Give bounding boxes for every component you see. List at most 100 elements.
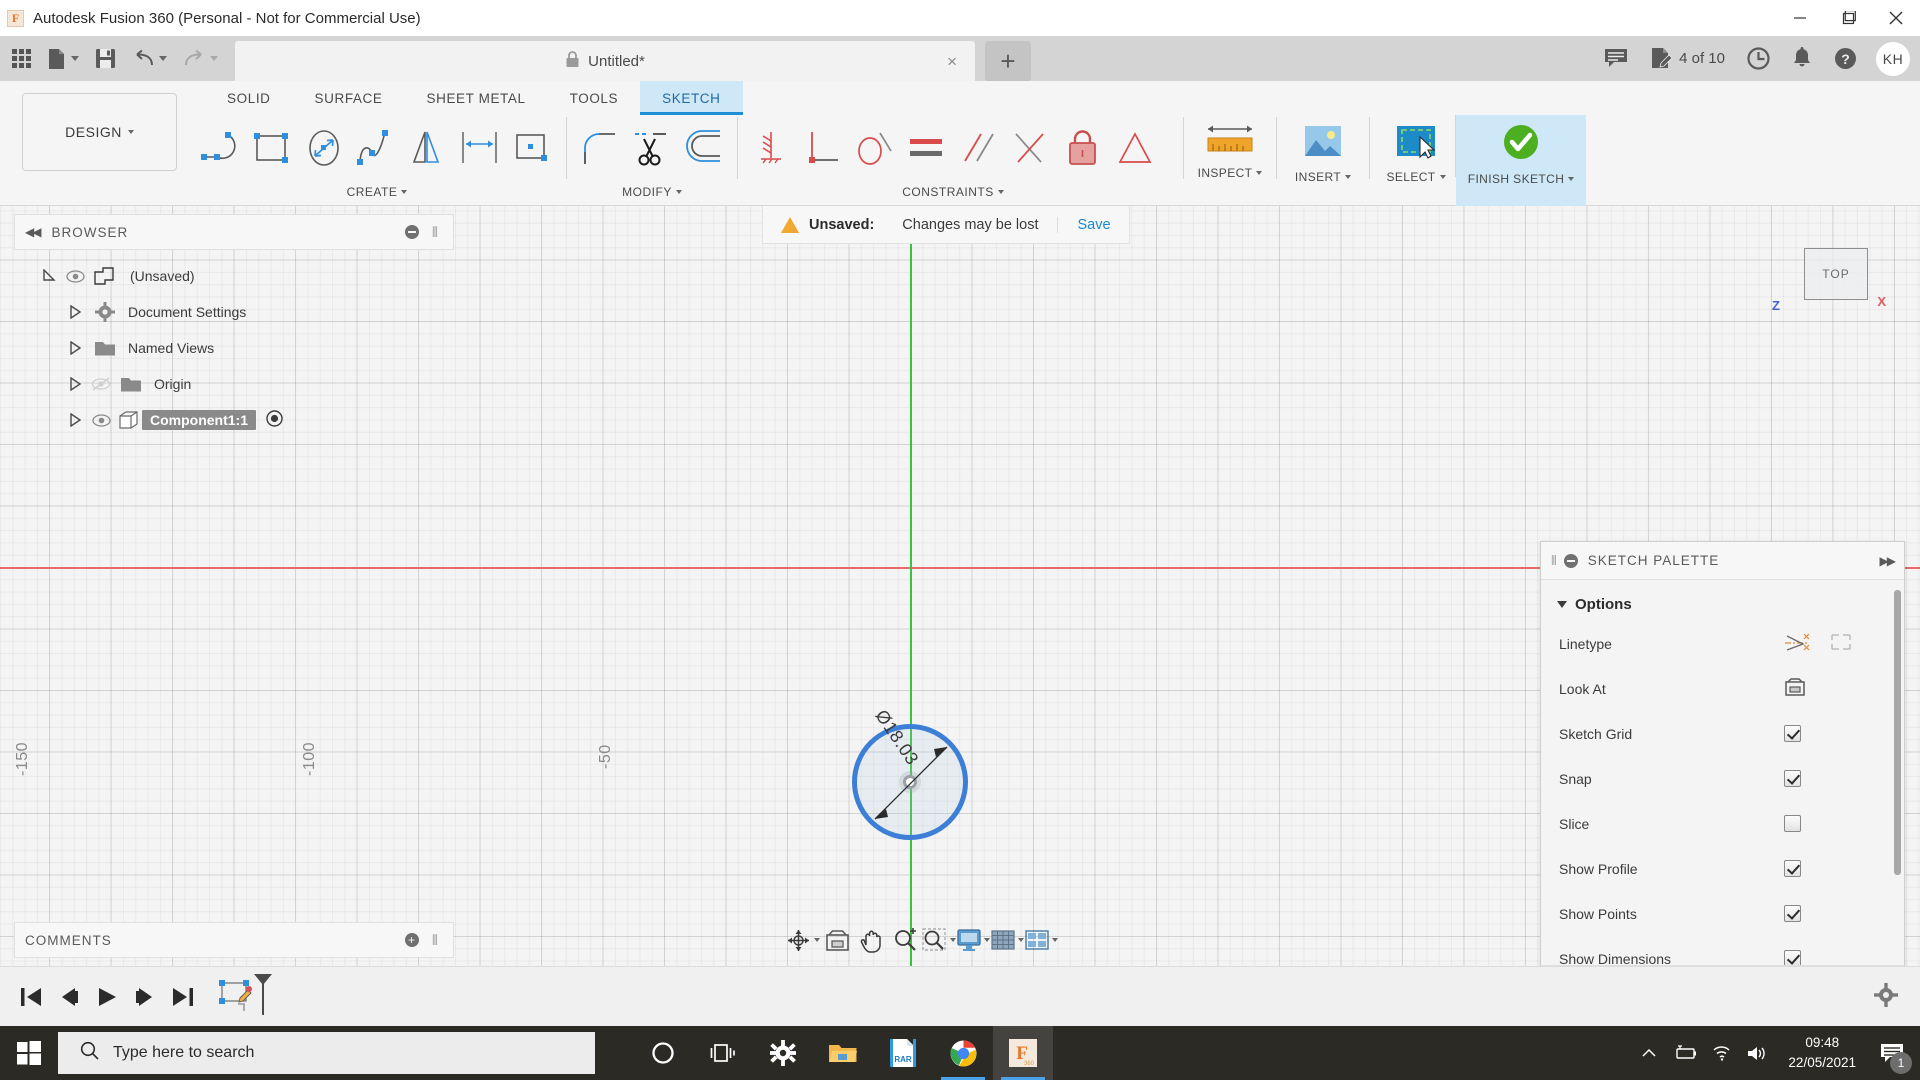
task-view-icon[interactable] <box>693 1026 753 1080</box>
midpoint-icon[interactable] <box>1005 118 1057 178</box>
step-back-icon[interactable] <box>50 967 88 1027</box>
tree-row-document-settings[interactable]: Document Settings <box>14 294 454 330</box>
sketch-feature-icon[interactable] <box>218 967 274 1027</box>
symmetry-icon[interactable] <box>1109 118 1161 178</box>
slice-checkbox[interactable] <box>1784 815 1801 832</box>
expand-right-icon[interactable]: ▶▶ <box>1880 554 1894 568</box>
eye-icon[interactable] <box>62 270 88 283</box>
eye-hidden-icon[interactable] <box>88 377 114 391</box>
look-at-icon[interactable] <box>820 920 854 960</box>
minimize-circle-icon[interactable] <box>405 225 419 239</box>
notification-icon[interactable]: 1 <box>1870 1026 1914 1080</box>
add-circle-icon[interactable]: + <box>405 933 419 947</box>
windows-start-icon[interactable] <box>0 1026 58 1080</box>
taskbar-search-box[interactable]: Type here to search <box>58 1032 595 1074</box>
show-profile-checkbox[interactable] <box>1784 860 1801 877</box>
rectangular-pattern-icon[interactable] <box>507 118 559 178</box>
tab-close-icon[interactable]: × <box>947 53 957 70</box>
collapsed-arrow-icon[interactable] <box>62 413 88 427</box>
panel-select[interactable]: SELECT <box>1377 115 1455 206</box>
volume-icon[interactable] <box>1740 1026 1774 1080</box>
linear-dimension-icon[interactable] <box>455 118 507 178</box>
app-grid-icon[interactable] <box>0 36 39 81</box>
avatar[interactable]: KH <box>1876 42 1910 76</box>
wifi-icon[interactable] <box>1704 1026 1738 1080</box>
taskbar-clock[interactable]: 09:48 22/05/2021 <box>1776 1033 1868 1072</box>
minimize-circle-icon[interactable] <box>1564 554 1578 568</box>
tab-solid[interactable]: SOLID <box>205 81 293 115</box>
sketch-grid-checkbox[interactable] <box>1784 725 1801 742</box>
view-cube[interactable]: TOP <box>1804 248 1868 300</box>
panel-finish-sketch[interactable]: FINISH SKETCH <box>1456 115 1586 206</box>
tree-row-component1[interactable]: Component1:1 <box>14 402 454 438</box>
chrome-icon[interactable] <box>933 1026 993 1080</box>
equal-icon[interactable] <box>901 118 953 178</box>
battery-icon[interactable] <box>1668 1026 1702 1080</box>
bell-icon[interactable] <box>1783 36 1821 81</box>
palette-scrollbar[interactable] <box>1894 590 1901 875</box>
panel-label-constraints[interactable]: CONSTRAINTS <box>902 181 1004 203</box>
show-points-checkbox[interactable] <box>1784 905 1801 922</box>
tree-row-unsaved[interactable]: (Unsaved) <box>14 258 454 294</box>
options-section-header[interactable]: Options <box>1541 588 1904 621</box>
trim-scissors-icon[interactable] <box>626 118 678 178</box>
new-tab-button[interactable]: + <box>985 41 1031 81</box>
cortana-icon[interactable] <box>633 1026 693 1080</box>
tangent-icon[interactable] <box>849 118 901 178</box>
maximize-icon[interactable] <box>1824 0 1872 36</box>
chevron-up-icon[interactable] <box>1632 1026 1666 1080</box>
save-link[interactable]: Save <box>1057 217 1111 233</box>
construction-line-icon[interactable] <box>1784 632 1810 655</box>
chevron-down-icon[interactable] <box>1052 938 1058 942</box>
file-explorer-icon[interactable] <box>813 1026 873 1080</box>
collapsed-arrow-icon[interactable] <box>62 377 88 391</box>
coincident-icon[interactable] <box>745 118 797 178</box>
timeline-settings-gear-icon[interactable] <box>1874 983 1898 1010</box>
panel-label-create[interactable]: CREATE <box>347 181 408 203</box>
canvas-area[interactable]: -150 -100 -50 50 Ø18.03 Unsaved: Changes… <box>0 206 1920 966</box>
perpendicular-icon[interactable] <box>797 118 849 178</box>
skip-to-end-icon[interactable] <box>164 967 202 1027</box>
viewports-icon[interactable] <box>1024 920 1058 960</box>
fillet-icon[interactable] <box>574 118 626 178</box>
grip-icon[interactable]: ⦀ <box>432 932 439 949</box>
panel-label-modify[interactable]: MODIFY <box>622 181 682 203</box>
tab-surface[interactable]: SURFACE <box>293 81 405 115</box>
collapsed-arrow-icon[interactable] <box>62 305 88 319</box>
fix-lock-icon[interactable] <box>1057 118 1109 178</box>
fusion360-icon[interactable]: F360 <box>993 1026 1053 1080</box>
document-count-button[interactable]: 4 of 10 <box>1641 36 1734 81</box>
parallel-icon[interactable] <box>953 118 1005 178</box>
collapse-left-icon[interactable]: ◀◀ <box>25 225 39 239</box>
circle-icon[interactable] <box>299 118 351 178</box>
centerline-icon[interactable] <box>1828 632 1854 655</box>
step-forward-icon[interactable] <box>126 967 164 1027</box>
pan-hand-icon[interactable] <box>854 920 888 960</box>
display-settings-icon[interactable] <box>956 920 990 960</box>
offset-icon[interactable] <box>678 118 730 178</box>
zoom-icon[interactable] <box>888 920 922 960</box>
save-icon[interactable] <box>87 36 124 81</box>
rectangle-icon[interactable] <box>247 118 299 178</box>
redo-icon[interactable] <box>175 36 226 81</box>
collapsed-arrow-icon[interactable] <box>62 341 88 355</box>
comment-icon[interactable] <box>1595 36 1637 81</box>
panel-inspect[interactable]: INSPECT <box>1191 115 1269 206</box>
winrar-icon[interactable]: RAR <box>873 1026 933 1080</box>
tab-tools[interactable]: TOOLS <box>548 81 641 115</box>
panel-insert[interactable]: INSERT <box>1284 115 1362 206</box>
zoom-window-icon[interactable] <box>922 920 956 960</box>
tab-sheet-metal[interactable]: SHEET METAL <box>404 81 547 115</box>
help-icon[interactable]: ? <box>1825 36 1866 81</box>
grid-snap-icon[interactable] <box>990 920 1024 960</box>
grip-icon[interactable]: ⦀ <box>1551 553 1558 569</box>
document-tab[interactable]: Untitled* × <box>235 41 975 81</box>
settings-gear-icon[interactable] <box>753 1026 813 1080</box>
undo-icon[interactable] <box>124 36 175 81</box>
tab-sketch[interactable]: SKETCH <box>640 81 742 115</box>
skip-to-start-icon[interactable] <box>12 967 50 1027</box>
clock-icon[interactable] <box>1738 36 1779 81</box>
expanded-arrow-icon[interactable] <box>36 269 62 283</box>
grip-icon[interactable]: ⦀ <box>432 224 439 241</box>
activate-component-icon[interactable] <box>266 410 283 430</box>
